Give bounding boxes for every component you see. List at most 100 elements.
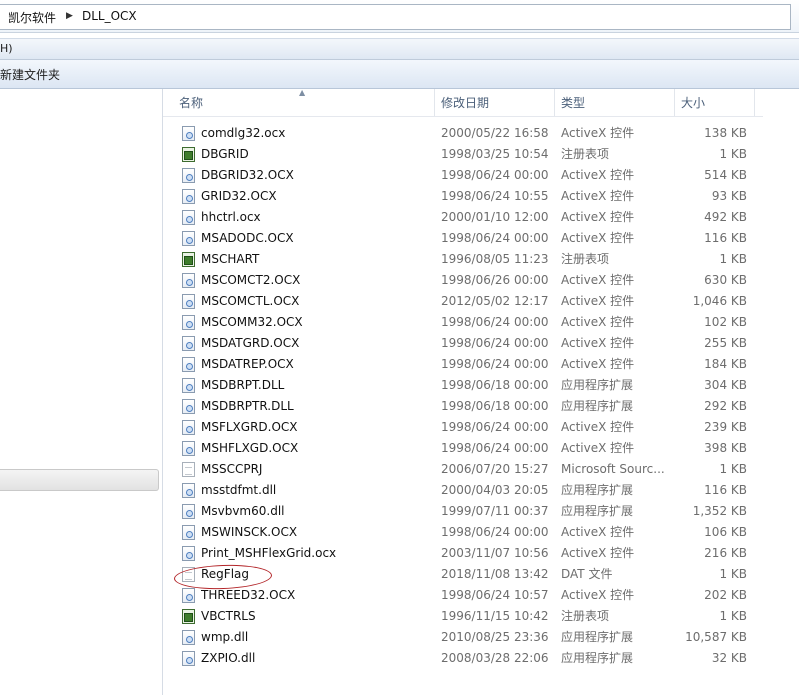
file-size: 138 KB xyxy=(704,126,747,140)
file-row[interactable]: DBGRID 1998/03/25 10:54 注册表项 1 KB xyxy=(163,144,763,165)
file-size: 32 KB xyxy=(711,651,747,665)
column-header-name[interactable]: 名称 xyxy=(173,89,435,116)
file-date: 2006/07/20 15:27 xyxy=(441,462,549,476)
file-row[interactable]: MSHFLXGD.OCX 1998/06/24 00:00 ActiveX 控件 39… xyxy=(163,438,763,459)
file-date: 1999/07/11 00:37 xyxy=(441,504,549,518)
library-file-icon xyxy=(182,315,195,330)
column-header-row: ▲ 名称 修改日期 类型 大小 xyxy=(163,88,763,117)
file-name: MSCOMCTL.OCX xyxy=(201,294,300,308)
library-file-icon xyxy=(182,273,195,288)
file-row[interactable]: MSCOMCT2.OCX 1998/06/26 00:00 ActiveX 控件 63… xyxy=(163,270,763,291)
breadcrumb-separator-icon[interactable]: ▶ xyxy=(66,11,73,21)
registry-file-icon xyxy=(182,147,195,162)
file-size: 93 KB xyxy=(711,189,747,203)
file-size: 239 KB xyxy=(704,420,747,434)
file-date: 1998/06/24 00:00 xyxy=(441,420,549,434)
nav-selected-item[interactable] xyxy=(0,469,159,491)
file-size: 116 KB xyxy=(704,231,747,245)
file-row[interactable]: MSSCCPRJ 2006/07/20 15:27 Microsoft Sourc.… xyxy=(163,459,763,480)
file-name: MSADODC.OCX xyxy=(201,231,294,245)
file-size: 1,352 KB xyxy=(692,504,747,518)
file-name: wmp.dll xyxy=(201,630,249,644)
new-folder-button[interactable]: 新建文件夹 xyxy=(0,66,60,83)
file-name: MSWINSCK.OCX xyxy=(201,525,298,539)
file-size: 1 KB xyxy=(719,567,747,581)
address-box[interactable]: 凯尔软件 ▶ DLL_OCX xyxy=(0,4,791,30)
navigation-pane[interactable] xyxy=(0,89,163,695)
column-header-size[interactable]: 大小 xyxy=(675,89,755,116)
address-bar: 凯尔软件 ▶ DLL_OCX xyxy=(0,0,799,33)
breadcrumb-current[interactable]: DLL_OCX xyxy=(82,9,137,23)
file-row[interactable]: Print_MSHFlexGrid.ocx 2003/11/07 10:56 Act… xyxy=(163,543,763,564)
registry-file-icon xyxy=(182,252,195,267)
file-size: 1 KB xyxy=(719,609,747,623)
column-header-date[interactable]: 修改日期 xyxy=(435,89,555,116)
file-name: MSDBRPT.DLL xyxy=(201,378,285,392)
file-name: MSCOMCT2.OCX xyxy=(201,273,301,287)
file-name: MSDBRPTR.DLL xyxy=(201,399,294,413)
breadcrumb-parent[interactable]: 凯尔软件 xyxy=(8,9,56,26)
file-row[interactable]: VBCTRLS 1996/11/15 10:42 注册表项 1 KB xyxy=(163,606,763,627)
registry-file-icon xyxy=(182,609,195,624)
file-row[interactable]: MSADODC.OCX 1998/06/24 00:00 ActiveX 控件 116… xyxy=(163,228,763,249)
file-row[interactable]: MSCOMM32.OCX 1998/06/24 00:00 ActiveX 控件 10… xyxy=(163,312,763,333)
file-size: 514 KB xyxy=(704,168,747,182)
library-file-icon xyxy=(182,651,195,666)
file-row[interactable]: MSWINSCK.OCX 1998/06/24 00:00 ActiveX 控件 10… xyxy=(163,522,763,543)
file-date: 1998/06/24 00:00 xyxy=(441,357,549,371)
file-row[interactable]: hhctrl.ocx 2000/01/10 12:00 ActiveX 控件 492 … xyxy=(163,207,763,228)
file-row[interactable]: GRID32.OCX 1998/06/24 10:55 ActiveX 控件 93 K… xyxy=(163,186,763,207)
file-row[interactable]: MSFLXGRD.OCX 1998/06/24 00:00 ActiveX 控件 23… xyxy=(163,417,763,438)
file-size: 1 KB xyxy=(719,252,747,266)
file-date: 2008/03/28 22:06 xyxy=(441,651,549,665)
file-size: 184 KB xyxy=(704,357,747,371)
menu-item-help[interactable]: H) xyxy=(0,42,13,55)
menu-bar: H) xyxy=(0,38,799,60)
file-date: 2000/01/10 12:00 xyxy=(441,210,549,224)
library-file-icon xyxy=(182,441,195,456)
file-name: MSFLXGRD.OCX xyxy=(201,420,298,434)
file-row[interactable]: MSCHART 1996/08/05 11:23 注册表项 1 KB xyxy=(163,249,763,270)
library-file-icon xyxy=(182,588,195,603)
file-row[interactable]: MSDATREP.OCX 1998/06/24 00:00 ActiveX 控件 18… xyxy=(163,354,763,375)
file-size: 1 KB xyxy=(719,147,747,161)
file-row[interactable]: wmp.dll 2010/08/25 23:36 应用程序扩展 10,587 KB xyxy=(163,627,763,648)
file-row[interactable]: DBGRID32.OCX 1998/06/24 00:00 ActiveX 控件 51… xyxy=(163,165,763,186)
file-date: 2000/04/03 20:05 xyxy=(441,483,549,497)
library-file-icon xyxy=(182,630,195,645)
library-file-icon xyxy=(182,336,195,351)
file-row[interactable]: Msvbvm60.dll 1999/07/11 00:37 应用程序扩展 1,352 … xyxy=(163,501,763,522)
file-name: MSDATGRD.OCX xyxy=(201,336,300,350)
file-date: 1998/06/24 00:00 xyxy=(441,525,549,539)
file-row[interactable]: MSDBRPT.DLL 1998/06/18 00:00 应用程序扩展 304 KB xyxy=(163,375,763,396)
file-name: Print_MSHFlexGrid.ocx xyxy=(201,546,337,560)
file-name: Msvbvm60.dll xyxy=(201,504,285,518)
file-name: DBGRID32.OCX xyxy=(201,168,294,182)
file-row[interactable]: ZXPIO.dll 2008/03/28 22:06 应用程序扩展 32 KB xyxy=(163,648,763,669)
file-date: 1998/06/26 00:00 xyxy=(441,273,549,287)
file-size: 304 KB xyxy=(704,378,747,392)
file-size: 10,587 KB xyxy=(685,630,747,644)
file-row[interactable]: MSDBRPTR.DLL 1998/06/18 00:00 应用程序扩展 292 KB xyxy=(163,396,763,417)
file-date: 2000/05/22 16:58 xyxy=(441,126,549,140)
library-file-icon xyxy=(182,168,195,183)
file-row[interactable]: msstdfmt.dll 2000/04/03 20:05 应用程序扩展 116 KB xyxy=(163,480,763,501)
file-row[interactable]: MSCOMCTL.OCX 2012/05/02 12:17 ActiveX 控件 1,… xyxy=(163,291,763,312)
file-size: 1,046 KB xyxy=(692,294,747,308)
file-row[interactable]: MSDATGRD.OCX 1998/06/24 00:00 ActiveX 控件 25… xyxy=(163,333,763,354)
file-row[interactable]: comdlg32.ocx 2000/05/22 16:58 ActiveX 控件 13… xyxy=(163,123,763,144)
file-size: 398 KB xyxy=(704,441,747,455)
file-date: 2012/05/02 12:17 xyxy=(441,294,549,308)
file-name: MSDATREP.OCX xyxy=(201,357,294,371)
file-date: 1998/06/24 00:00 xyxy=(441,231,549,245)
column-header-type[interactable]: 类型 xyxy=(555,89,675,116)
library-file-icon xyxy=(182,378,195,393)
file-row[interactable]: THREED32.OCX 1998/06/24 10:57 ActiveX 控件 20… xyxy=(163,585,763,606)
library-file-icon xyxy=(182,483,195,498)
file-date: 2003/11/07 10:56 xyxy=(441,546,549,560)
file-name: msstdfmt.dll xyxy=(201,483,277,497)
file-date: 1998/06/24 10:57 xyxy=(441,588,549,602)
file-list[interactable]: ▲ 名称 修改日期 类型 大小 comdlg32.ocx 2000/05/22 1… xyxy=(163,88,799,695)
file-name: MSCHART xyxy=(201,252,260,266)
library-file-icon xyxy=(182,546,195,561)
